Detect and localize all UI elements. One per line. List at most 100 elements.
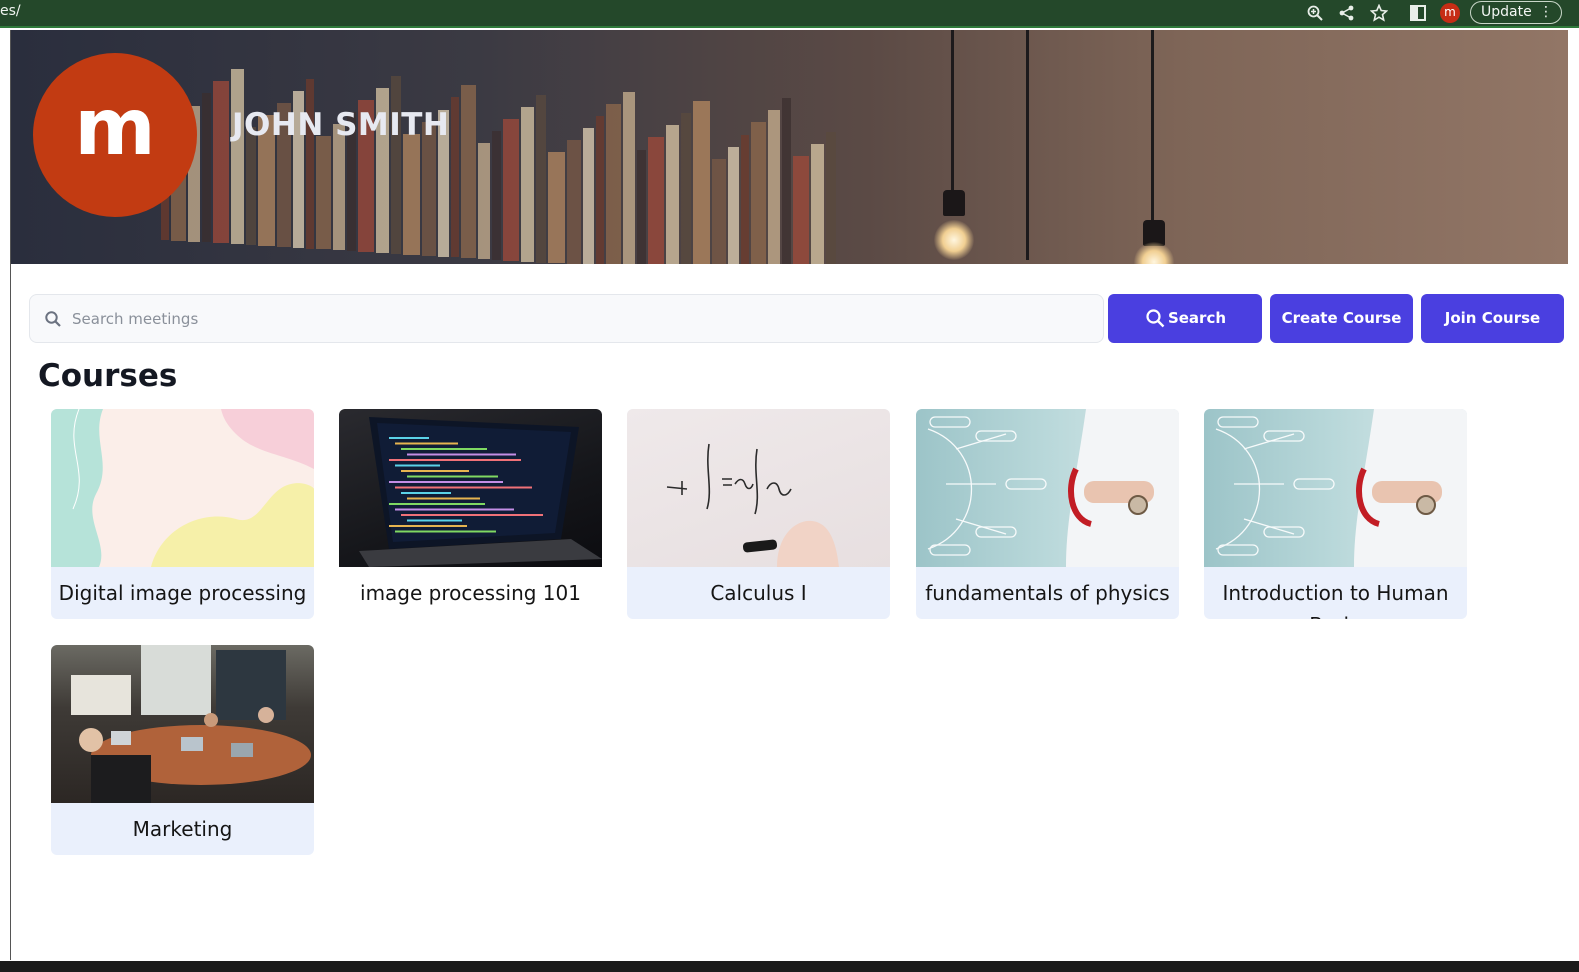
course-image-pastel-abstract [51, 409, 314, 567]
lamp-cord [1151, 30, 1154, 220]
course-card[interactable]: Calculus I [627, 409, 890, 619]
code-line [401, 448, 487, 450]
share-icon[interactable] [1338, 4, 1356, 22]
code-line [389, 481, 503, 483]
lamp-socket [943, 190, 965, 216]
book-spine [461, 85, 476, 258]
book-spine [666, 125, 679, 264]
code-line [407, 519, 462, 522]
update-label: Update [1481, 4, 1532, 20]
book-spine [712, 159, 726, 264]
book-spine [741, 134, 749, 264]
code-line [395, 486, 532, 489]
book-spine [648, 137, 664, 264]
light-bulb [1134, 242, 1174, 264]
book-spine [451, 97, 459, 258]
lamp-cord [951, 30, 954, 190]
book-spine [623, 91, 635, 264]
course-image-medical-infographic [916, 409, 1179, 567]
code-line [401, 492, 451, 494]
course-card[interactable]: Marketing [51, 645, 314, 855]
course-card[interactable]: fundamentals of physics [916, 409, 1179, 619]
code-line [389, 503, 485, 505]
search-box [29, 294, 1104, 343]
book-spine [246, 127, 256, 246]
kebab-menu-icon[interactable]: ⋮ [1539, 2, 1553, 23]
url-fragment[interactable]: es/ [0, 3, 21, 19]
book-spine [391, 75, 401, 254]
course-title: fundamentals of physics [925, 581, 1170, 605]
search-icon [45, 311, 61, 327]
book-spine [478, 143, 490, 260]
browser-profile-avatar[interactable]: m [1440, 3, 1460, 23]
book-spine [548, 152, 565, 264]
course-title: Introduction to Human Brain [1222, 581, 1449, 619]
code-line [395, 530, 496, 533]
course-card[interactable]: image processing 101 [339, 409, 602, 619]
book-spine [536, 94, 546, 263]
book-spine [583, 128, 594, 264]
book-spine [213, 81, 229, 244]
book-spine [596, 116, 604, 264]
code-line [389, 437, 429, 439]
code-line [407, 497, 480, 500]
code-line [395, 508, 514, 511]
course-title: Marketing [132, 817, 233, 841]
book-spine [521, 106, 534, 262]
light-bulb [934, 220, 974, 260]
code-line [395, 442, 458, 445]
zoom-icon[interactable] [1306, 4, 1324, 22]
course-title: Digital image processing [58, 581, 307, 605]
code-line [395, 464, 440, 467]
search-input[interactable] [72, 296, 1092, 341]
course-title: Calculus I [710, 581, 807, 605]
book-spine [637, 149, 646, 264]
course-title: image processing 101 [360, 581, 581, 605]
course-image-team-meeting [51, 645, 314, 803]
search-button[interactable]: Search [1108, 294, 1262, 343]
course-image-whiteboard-math [627, 409, 890, 567]
book-spine [768, 110, 780, 264]
book-spine [316, 136, 331, 250]
book-spine [231, 69, 244, 245]
book-spine [333, 124, 345, 251]
code-line [389, 459, 521, 461]
code-line [407, 475, 498, 478]
code-line [407, 453, 516, 456]
course-image-laptop-code [339, 409, 602, 567]
avatar[interactable]: m [33, 53, 197, 217]
book-spine [492, 130, 501, 260]
book-spine [606, 103, 621, 264]
book-spine [403, 133, 420, 255]
book-spine [782, 98, 791, 264]
code-line [401, 470, 469, 472]
profile-banner [11, 30, 1568, 264]
book-spine [811, 144, 824, 264]
book-spine [826, 131, 836, 264]
book-spine [793, 155, 809, 264]
section-title: Courses [38, 358, 178, 394]
book-spine [728, 147, 739, 264]
sidebar-icon[interactable] [1409, 4, 1427, 22]
book-spine [202, 93, 211, 243]
join-course-button[interactable]: Join Course [1421, 294, 1564, 343]
course-image-medical-infographic [1204, 409, 1467, 567]
book-spine [567, 140, 581, 264]
code-line [401, 514, 543, 516]
book-spine [503, 118, 519, 261]
book-spine [751, 122, 766, 264]
lamp-cord [1026, 30, 1029, 260]
browser-update-button[interactable]: Update ⋮ [1470, 1, 1562, 24]
book-spine [306, 78, 314, 249]
course-card[interactable]: Digital image processing [51, 409, 314, 619]
book-spine [693, 100, 710, 264]
browser-toolbar: es/ m Update ⋮ [0, 0, 1579, 28]
search-button-label: Search [1167, 309, 1227, 327]
create-course-button[interactable]: Create Course [1270, 294, 1413, 343]
user-name: JOHN SMITH [232, 107, 450, 143]
course-card[interactable]: Introduction to Human Brain [1204, 409, 1467, 619]
window-bottom-edge [0, 961, 1579, 972]
book-spine [681, 113, 691, 264]
code-line [389, 525, 467, 527]
star-icon[interactable] [1370, 4, 1388, 22]
